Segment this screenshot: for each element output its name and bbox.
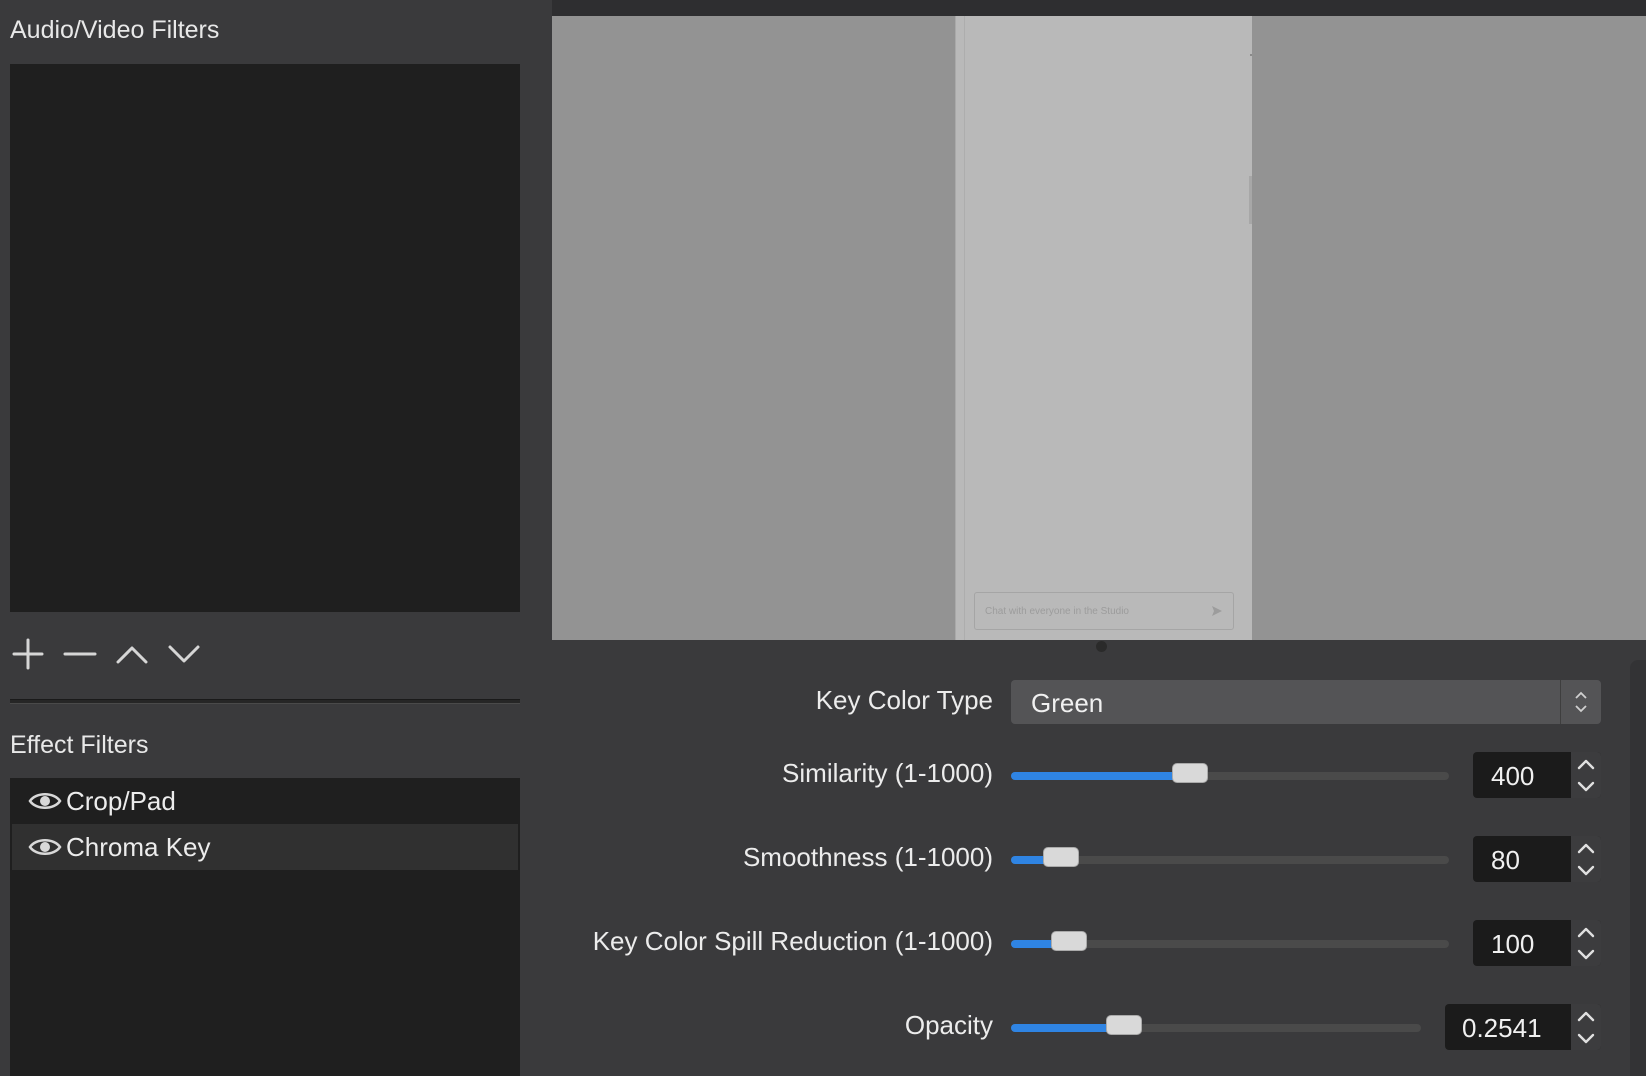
effect-filters-title: Effect Filters [10, 731, 149, 759]
minus-icon [63, 652, 97, 656]
similarity-label: Similarity (1-1000) [782, 758, 993, 788]
preview-chat-panel: Chat with everyone in the Studio [955, 16, 1252, 640]
filter-item-chroma-key[interactable]: Chroma Key [12, 824, 518, 870]
add-filter-button[interactable] [10, 636, 46, 672]
top-bar [552, 0, 1646, 16]
smoothness-value: 80 [1491, 845, 1520, 875]
filter-toolbar [10, 636, 202, 672]
smoothness-slider-handle[interactable] [1043, 847, 1080, 867]
smoothness-spinbox[interactable]: 80 [1473, 836, 1601, 882]
chevron-down-icon [1577, 865, 1595, 875]
audio-video-filters-list[interactable] [10, 64, 520, 612]
chevron-up-icon [1575, 691, 1587, 699]
opacity-spinbox[interactable]: 0.2541 [1445, 1004, 1601, 1050]
similarity-slider-fill [1011, 772, 1190, 780]
chevron-down-icon [1577, 949, 1595, 959]
similarity-spinbox[interactable]: 400 [1473, 752, 1601, 798]
key-color-type-select[interactable]: Green [1011, 680, 1601, 724]
spill-reduction-spinbox[interactable]: 100 [1473, 920, 1601, 966]
chevron-down-icon [1575, 705, 1587, 713]
similarity-decrement-button[interactable] [1571, 775, 1601, 798]
chevron-up-icon [116, 646, 148, 664]
eye-icon[interactable] [28, 790, 62, 812]
filter-preview: Chat with everyone in the Studio [552, 16, 1646, 640]
preview-chat-input: Chat with everyone in the Studio [974, 592, 1234, 630]
opacity-increment-button[interactable] [1571, 1004, 1601, 1027]
spill-reduction-increment-button[interactable] [1571, 920, 1601, 943]
chevron-down-icon [1577, 781, 1595, 791]
move-filter-down-button[interactable] [166, 636, 202, 672]
preview-tick [1250, 54, 1252, 56]
chevron-up-icon [1577, 759, 1595, 769]
opacity-decrement-button[interactable] [1571, 1027, 1601, 1050]
chat-placeholder: Chat with everyone in the Studio [985, 605, 1129, 617]
spill-reduction-slider[interactable] [1011, 931, 1449, 951]
smoothness-stepper [1571, 836, 1601, 882]
similarity-slider-handle[interactable] [1171, 763, 1208, 783]
plus-icon [12, 638, 44, 670]
smoothness-increment-button[interactable] [1571, 836, 1601, 859]
remove-filter-button[interactable] [62, 636, 98, 672]
smoothness-slider[interactable] [1011, 847, 1449, 867]
similarity-value: 400 [1491, 761, 1535, 791]
key-color-type-value: Green [1031, 688, 1104, 718]
properties-scrollbar[interactable] [1630, 660, 1646, 1076]
opacity-slider-handle[interactable] [1106, 1015, 1143, 1035]
chevron-down-icon [168, 645, 200, 663]
select-stepper [1560, 680, 1601, 724]
move-filter-up-button[interactable] [114, 636, 150, 672]
chevron-up-icon [1577, 927, 1595, 937]
preview-scroll-indicator [1249, 176, 1252, 224]
similarity-stepper [1571, 752, 1601, 798]
chevron-down-icon [1577, 1033, 1595, 1043]
opacity-value: 0.2541 [1462, 1013, 1542, 1043]
effect-filters-list: Crop/Pad Chroma Key [10, 778, 520, 1076]
key-color-type-label: Key Color Type [815, 685, 993, 715]
similarity-slider[interactable] [1011, 763, 1449, 783]
splitter-handle[interactable] [1096, 641, 1107, 652]
opacity-slider[interactable] [1011, 1015, 1421, 1035]
spill-reduction-value: 100 [1491, 929, 1535, 959]
eye-icon[interactable] [28, 836, 62, 858]
spill-reduction-slider-handle[interactable] [1051, 931, 1088, 951]
similarity-increment-button[interactable] [1571, 752, 1601, 775]
filter-item-label: Crop/Pad [66, 785, 176, 816]
chevron-up-icon [1577, 1011, 1595, 1021]
preview-panel-edge [964, 16, 965, 640]
send-icon [1212, 606, 1222, 616]
spill-reduction-label: Key Color Spill Reduction (1-1000) [592, 926, 993, 956]
panel-splitter[interactable] [10, 699, 520, 704]
smoothness-decrement-button[interactable] [1571, 859, 1601, 882]
filter-item-crop-pad[interactable]: Crop/Pad [12, 778, 518, 824]
opacity-label: Opacity [904, 1010, 993, 1040]
smoothness-label: Smoothness (1-1000) [742, 842, 993, 872]
chevron-up-icon [1577, 843, 1595, 853]
filter-item-label: Chroma Key [66, 831, 211, 862]
spill-reduction-decrement-button[interactable] [1571, 943, 1601, 966]
audio-video-filters-title: Audio/Video Filters [10, 16, 220, 44]
spill-reduction-stepper [1571, 920, 1601, 966]
opacity-stepper [1571, 1004, 1601, 1050]
